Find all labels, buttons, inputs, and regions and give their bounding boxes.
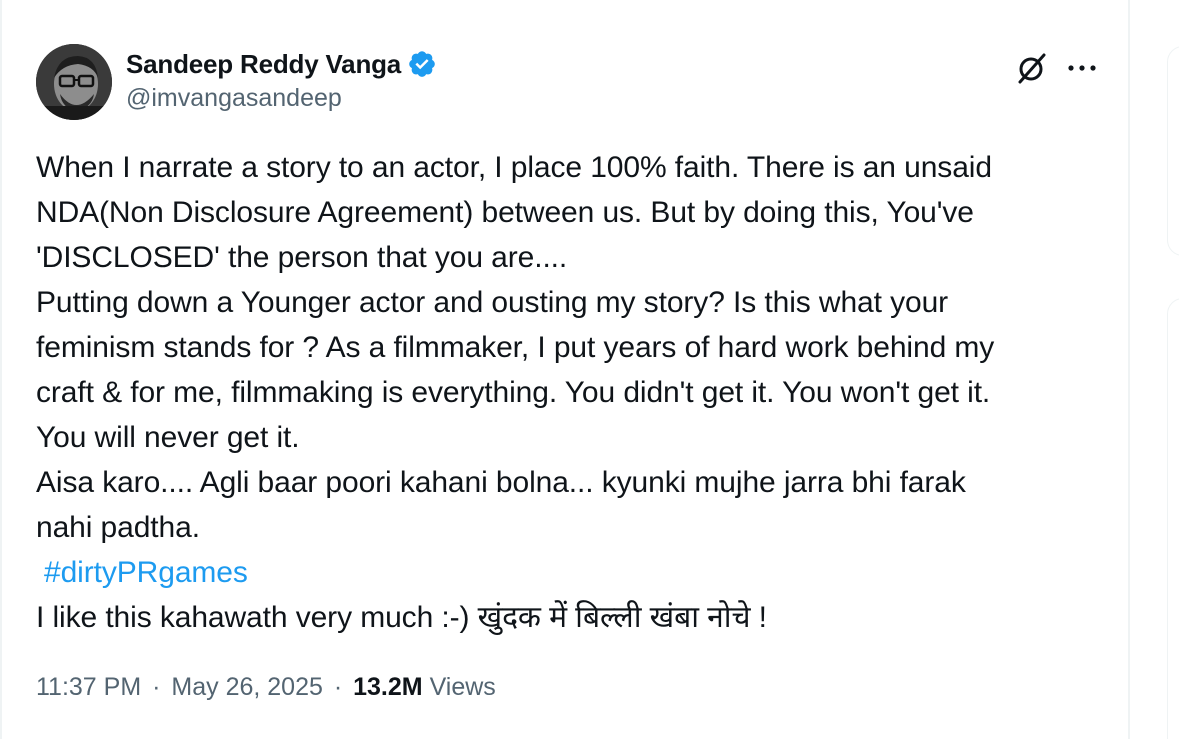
tweet-text-line: craft & for me, filmmaking is everything… <box>36 376 991 409</box>
tweet-text: When I narrate a story to an actor, I pl… <box>36 145 1106 640</box>
sidebar-card-top <box>1167 46 1179 256</box>
name-row: Sandeep Reddy Vanga <box>126 46 437 82</box>
tweet-date[interactable]: May 26, 2025 <box>171 673 323 701</box>
tweet-page: Sandeep Reddy Vanga @imvangasandeep When… <box>0 0 1179 739</box>
author-handle[interactable]: @imvangasandeep <box>126 84 437 113</box>
tweet: Sandeep Reddy Vanga @imvangasandeep When… <box>36 44 1106 701</box>
avatar[interactable] <box>36 44 112 120</box>
views-label: Views <box>429 673 496 701</box>
meta-separator: · <box>333 673 343 701</box>
tweet-text-line: I like this kahawath very much :-) खुंदक… <box>36 601 767 634</box>
tweet-time[interactable]: 11:37 PM <box>36 673 141 701</box>
grok-button[interactable] <box>1012 48 1052 88</box>
tweet-text-line: feminism stands for ? As a filmmaker, I … <box>36 331 995 364</box>
more-options-button[interactable] <box>1062 48 1102 88</box>
tweet-text-line: NDA(Non Disclosure Agreement) between us… <box>36 196 974 229</box>
grok-slash-circle-icon <box>1018 53 1046 84</box>
verified-badge-icon[interactable] <box>407 49 437 79</box>
more-horizontal-icon <box>1068 65 1096 71</box>
tweet-meta: 11:37 PM · May 26, 2025 · 13.2M Views <box>36 673 496 702</box>
avatar-image <box>36 44 112 120</box>
tweet-text-line: nahi padtha. <box>36 511 200 544</box>
column-border-left <box>0 0 2 739</box>
sidebar-card-bottom <box>1167 298 1179 739</box>
hashtag-line: #dirtyPRgames <box>36 550 1106 595</box>
tweet-header: Sandeep Reddy Vanga @imvangasandeep <box>36 44 1106 122</box>
tweet-text-line: You will never get it. <box>36 421 300 454</box>
author-names: Sandeep Reddy Vanga @imvangasandeep <box>126 46 437 113</box>
tweet-text-line: Aisa karo.... Agli baar poori kahani bol… <box>36 466 966 499</box>
column-divider <box>1128 0 1130 739</box>
views-count[interactable]: 13.2M <box>353 673 422 701</box>
tweet-text-line: 'DISCLOSED' the person that you are.... <box>36 241 568 274</box>
tweet-text-line: When I narrate a story to an actor, I pl… <box>36 151 992 184</box>
author-display-name[interactable]: Sandeep Reddy Vanga <box>126 49 401 80</box>
hashtag-link[interactable]: #dirtyPRgames <box>36 556 248 589</box>
meta-separator: · <box>152 673 161 701</box>
tweet-text-line: Putting down a Younger actor and ousting… <box>36 286 949 319</box>
